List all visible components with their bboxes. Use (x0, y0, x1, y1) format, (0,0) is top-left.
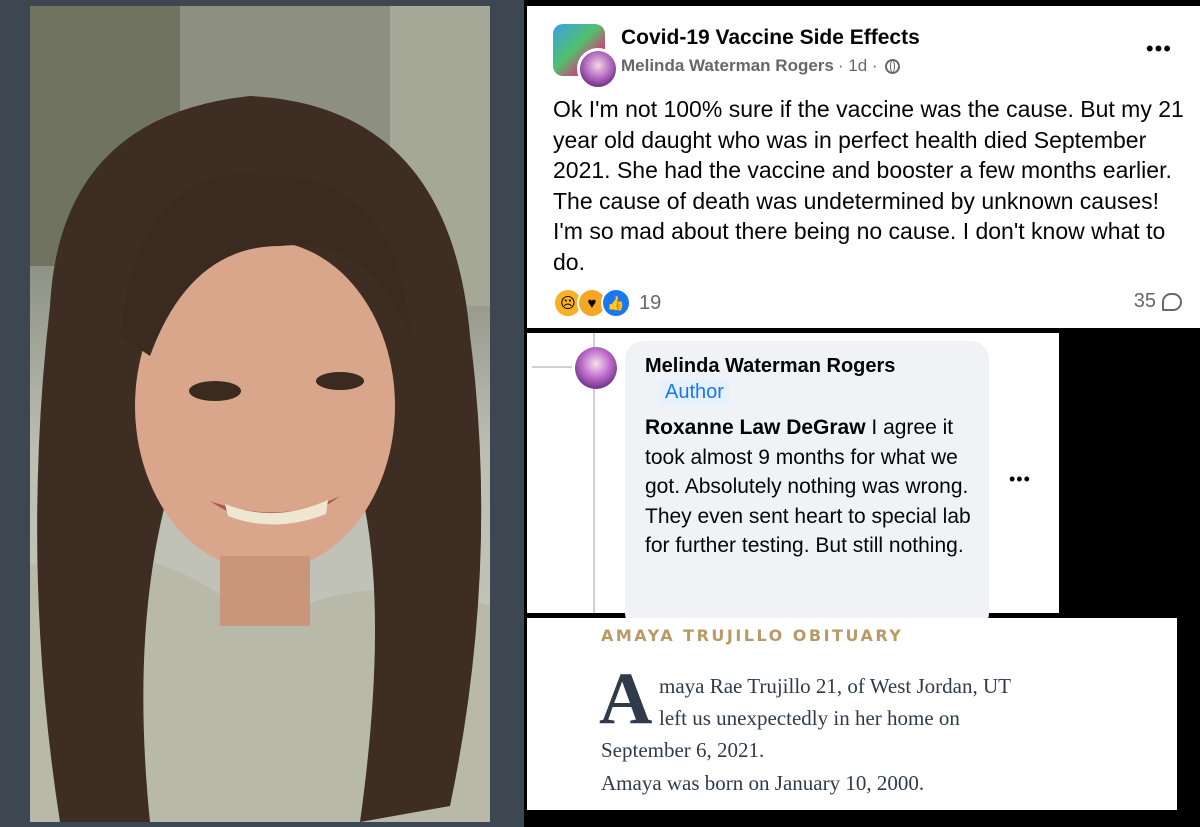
mention-link[interactable]: Roxanne Law DeGraw (645, 416, 866, 439)
comment-text: Roxanne Law DeGraw I agree it took almos… (645, 413, 975, 561)
obituary-line-1: maya Rae Trujillo 21, of West Jordan, UT (659, 674, 1011, 698)
comment-options-button[interactable]: ••• (1009, 469, 1031, 490)
comment-bubble: Melinda Waterman Rogers Author Roxanne L… (625, 341, 989, 631)
photo-frame (0, 0, 524, 827)
obituary-title: AMAYA TRUJILLO OBITUARY (601, 626, 904, 645)
globe-icon (884, 58, 900, 74)
drop-cap: A (599, 658, 653, 740)
commenter-avatar[interactable] (575, 347, 617, 389)
post-meta: Melinda Waterman Rogers · 1d · (621, 56, 900, 76)
portrait-illustration (30, 6, 490, 822)
author-avatar[interactable] (577, 48, 619, 90)
comment-count-button[interactable]: 35 (1134, 290, 1182, 313)
reaction-count[interactable]: 19 (639, 292, 661, 315)
post-time[interactable]: · 1d · (838, 56, 878, 76)
author-badge: Author (659, 379, 730, 406)
like-react-icon: 👍 (601, 288, 631, 318)
portrait-photo (30, 6, 490, 822)
comment-card: Melinda Waterman Rogers Author Roxanne L… (527, 333, 1059, 631)
post-options-button[interactable]: ••• (1146, 36, 1172, 62)
author-name-link[interactable]: Melinda Waterman Rogers (621, 56, 834, 76)
commenter-name-link[interactable]: Melinda Waterman Rogers (645, 355, 895, 378)
group-name-link[interactable]: Covid-19 Vaccine Side Effects (621, 26, 920, 50)
post-body-text: Ok I'm not 100% sure if the vaccine was … (553, 96, 1184, 275)
obituary-line-2: left us unexpectedly in her home on (659, 706, 960, 730)
thread-elbow (532, 366, 572, 368)
obituary-line-4: Amaya was born on January 10, 2000. (601, 771, 925, 795)
facebook-post-card: Covid-19 Vaccine Side Effects Melinda Wa… (527, 6, 1200, 328)
obituary-card: AMAYA TRUJILLO OBITUARY A maya Rae Truji… (527, 618, 1177, 810)
comment-icon (1162, 292, 1182, 311)
obituary-line-3: September 6, 2021. (601, 738, 765, 762)
comment-count: 35 (1133, 290, 1156, 312)
reactions-summary[interactable]: ☹ ♥ 👍 19 (553, 288, 661, 318)
